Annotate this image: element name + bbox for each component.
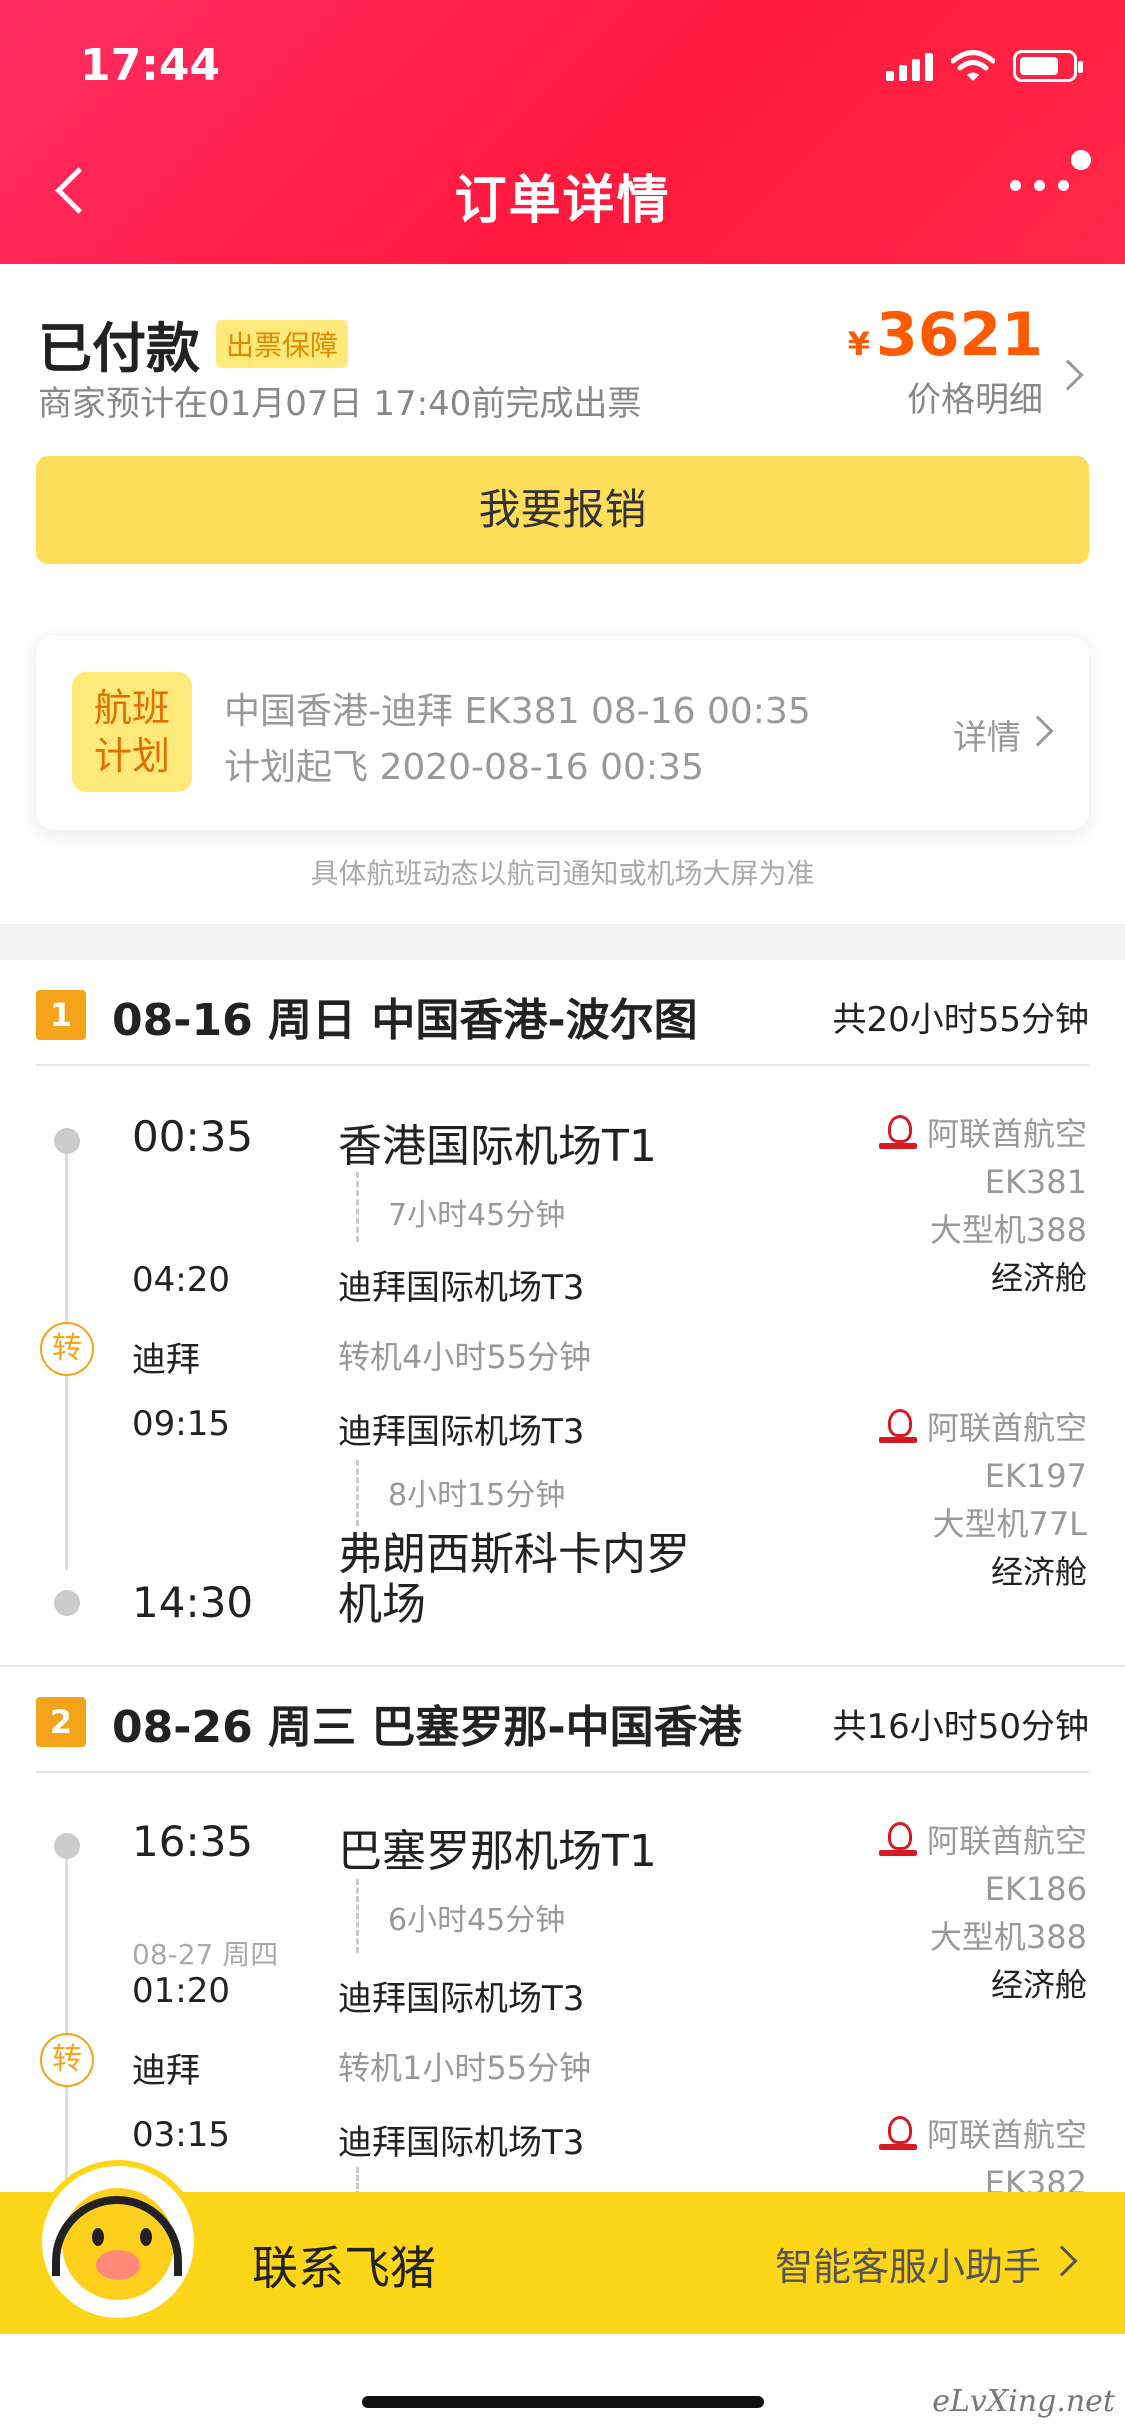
aircraft-type: 大型机388 — [929, 1918, 1087, 1956]
transfer-duration: 转机4小时55分钟 — [338, 1338, 592, 1376]
signal-icon — [886, 51, 933, 81]
segment-total-duration: 共20小时55分钟 — [832, 1000, 1089, 1040]
segment-title: 08-16 周日 中国香港-波尔图 — [112, 995, 698, 1046]
cabin-class: 经济舱 — [990, 1966, 1087, 2004]
battery-icon — [1013, 50, 1083, 82]
segment-header: 2 08-26 周三 巴塞罗那-中国香港 共16小时50分钟 — [36, 1667, 1089, 1773]
departure-time: 09:15 — [132, 1404, 230, 1444]
arrival-airport: 弗朗西斯科卡内罗 机场 — [338, 1530, 690, 1630]
page-title: 订单详情 — [454, 171, 671, 231]
flight-plan-detail-link[interactable]: 详情 — [953, 710, 1021, 759]
arrival-time: 04:20 — [132, 1260, 230, 1300]
airline-info: 阿联酋航空 EK197 大型机77L 经济舱 — [877, 1404, 1087, 1596]
order-summary: 已付款 出票保障 商家预计在01月07日 17:40前完成出票 ¥ 3621 价… — [0, 264, 1125, 924]
segment-number-badge: 2 — [36, 1697, 86, 1747]
app-header: 17:44 订单详情 — [0, 0, 1125, 264]
emirates-logo-icon — [877, 1822, 919, 1864]
departure-airport: 香港国际机场T1 — [338, 1121, 657, 1172]
home-indicator[interactable] — [362, 2396, 764, 2408]
chevron-right-icon[interactable] — [1022, 715, 1054, 747]
flight-plan-route: 中国香港-迪拜 EK381 08-16 00:35 — [224, 691, 811, 732]
airline-name: 阿联酋航空 — [926, 1409, 1087, 1447]
arrival-date: 08-27 周四 — [132, 1938, 279, 1971]
airline-name: 阿联酋航空 — [926, 1822, 1087, 1860]
cabin-class: 经济舱 — [990, 1553, 1087, 1591]
emirates-logo-icon — [877, 1115, 919, 1157]
transfer-city: 迪拜 — [132, 1340, 200, 1380]
fliggy-mascot-avatar[interactable] — [36, 2160, 200, 2324]
cabin-class: 经济舱 — [990, 1259, 1087, 1297]
emirates-logo-icon — [877, 1409, 919, 1451]
departure-airport: 迪拜国际机场T3 — [338, 1412, 585, 1452]
airline-info: 阿联酋航空 EK381 大型机388 经济舱 — [877, 1110, 1087, 1302]
flight-duration: 8小时15分钟 — [388, 1478, 566, 1513]
arrival-airport-line1: 弗朗西斯科卡内罗 — [338, 1529, 690, 1580]
ticket-guarantee-badge: 出票保障 — [216, 320, 349, 368]
notification-dot — [1071, 150, 1091, 170]
transfer-duration: 转机1小时55分钟 — [338, 2049, 592, 2087]
flight-plan-icon: 航班 计划 — [72, 672, 192, 792]
airline-name: 阿联酋航空 — [926, 2116, 1087, 2154]
flight-dash-line — [356, 1460, 359, 1526]
more-options-button[interactable] — [1010, 180, 1069, 191]
airline-name: 阿联酋航空 — [926, 1115, 1087, 1153]
departure-airport: 迪拜国际机场T3 — [338, 2123, 585, 2163]
timeline-dot — [54, 1590, 80, 1616]
timeline-dot — [54, 1128, 80, 1154]
itinerary-segment-2: 2 08-26 周三 巴塞罗那-中国香港 共16小时50分钟 转 16:35 巴… — [0, 1667, 1125, 2207]
flight-duration: 6小时45分钟 — [388, 1903, 566, 1938]
flight-number: EK197 — [984, 1457, 1087, 1495]
departure-airport: 巴塞罗那机场T1 — [338, 1826, 657, 1877]
timeline-line — [65, 1847, 68, 2207]
arrival-time: 01:20 — [132, 1971, 230, 2011]
emirates-logo-icon — [877, 2116, 919, 2158]
transfer-icon: 转 — [40, 2033, 94, 2087]
price-detail-link[interactable]: 价格明细 — [907, 372, 1043, 421]
status-icons — [886, 50, 1083, 82]
transfer-icon: 转 — [40, 1322, 94, 1376]
smart-assistant-link[interactable]: 智能客服小助手 — [775, 2236, 1041, 2291]
flight-plan-icon-line1: 航班 — [93, 686, 170, 730]
flight-number: EK381 — [984, 1163, 1087, 1201]
reimbursement-button[interactable]: 我要报销 — [36, 456, 1089, 564]
order-detail-page: 17:44 订单详情 已付款 出票保障 商家预计在01月07日 17:40前完成… — [0, 0, 1125, 2436]
status-time: 17:44 — [80, 40, 221, 91]
watermark: eLvXing.net — [932, 2384, 1115, 2419]
arrival-airport: 迪拜国际机场T3 — [338, 1268, 585, 1308]
arrival-time: 14:30 — [132, 1578, 254, 1627]
currency-symbol: ¥ — [847, 325, 870, 363]
chevron-right-icon[interactable] — [1052, 359, 1084, 391]
section-divider — [0, 924, 1125, 960]
aircraft-type: 大型机77L — [932, 1505, 1087, 1543]
flight-duration: 7小时45分钟 — [388, 1198, 566, 1233]
flight-dash-line — [356, 1172, 359, 1242]
segment-number-badge: 1 — [36, 990, 86, 1040]
itinerary-segment-1: 1 08-16 周日 中国香港-波尔图 共20小时55分钟 转 00:35 香港… — [0, 960, 1125, 1665]
segment-total-duration: 共16小时50分钟 — [832, 1707, 1089, 1747]
aircraft-type: 大型机388 — [929, 1211, 1087, 1249]
transfer-city: 迪拜 — [132, 2051, 200, 2091]
arrival-airport: 迪拜国际机场T3 — [338, 1979, 585, 2019]
airline-info: 阿联酋航空 EK186 大型机388 经济舱 — [877, 1817, 1087, 2009]
segment-header: 1 08-16 周日 中国香港-波尔图 共20小时55分钟 — [36, 960, 1089, 1066]
segment-title: 08-26 周三 巴塞罗那-中国香港 — [112, 1702, 742, 1753]
departure-time: 00:35 — [132, 1112, 254, 1161]
departure-time: 16:35 — [132, 1817, 254, 1866]
price-amount: 3621 — [876, 300, 1043, 370]
flight-plan-departure: 计划起飞 2020-08-16 00:35 — [224, 747, 704, 788]
flight-plan-card[interactable]: 航班 计划 中国香港-迪拜 EK381 08-16 00:35 计划起飞 202… — [36, 636, 1089, 830]
order-status: 已付款 — [38, 317, 200, 380]
flight-status-note: 具体航班动态以航司通知或机场大屏为准 — [310, 857, 815, 890]
departure-time: 03:15 — [132, 2115, 230, 2155]
ticketing-note: 商家预计在01月07日 17:40前完成出票 — [38, 384, 642, 424]
arrival-airport-line2: 机场 — [338, 1579, 426, 1630]
flight-dash-line — [356, 1879, 359, 1953]
timeline-dot — [54, 1833, 80, 1859]
wifi-icon — [951, 50, 995, 81]
contact-fliggy-label[interactable]: 联系飞猪 — [252, 2232, 436, 2298]
flight-plan-icon-line2: 计划 — [93, 734, 170, 778]
order-price[interactable]: ¥ 3621 — [848, 300, 1043, 370]
flight-number: EK186 — [984, 1870, 1087, 1908]
